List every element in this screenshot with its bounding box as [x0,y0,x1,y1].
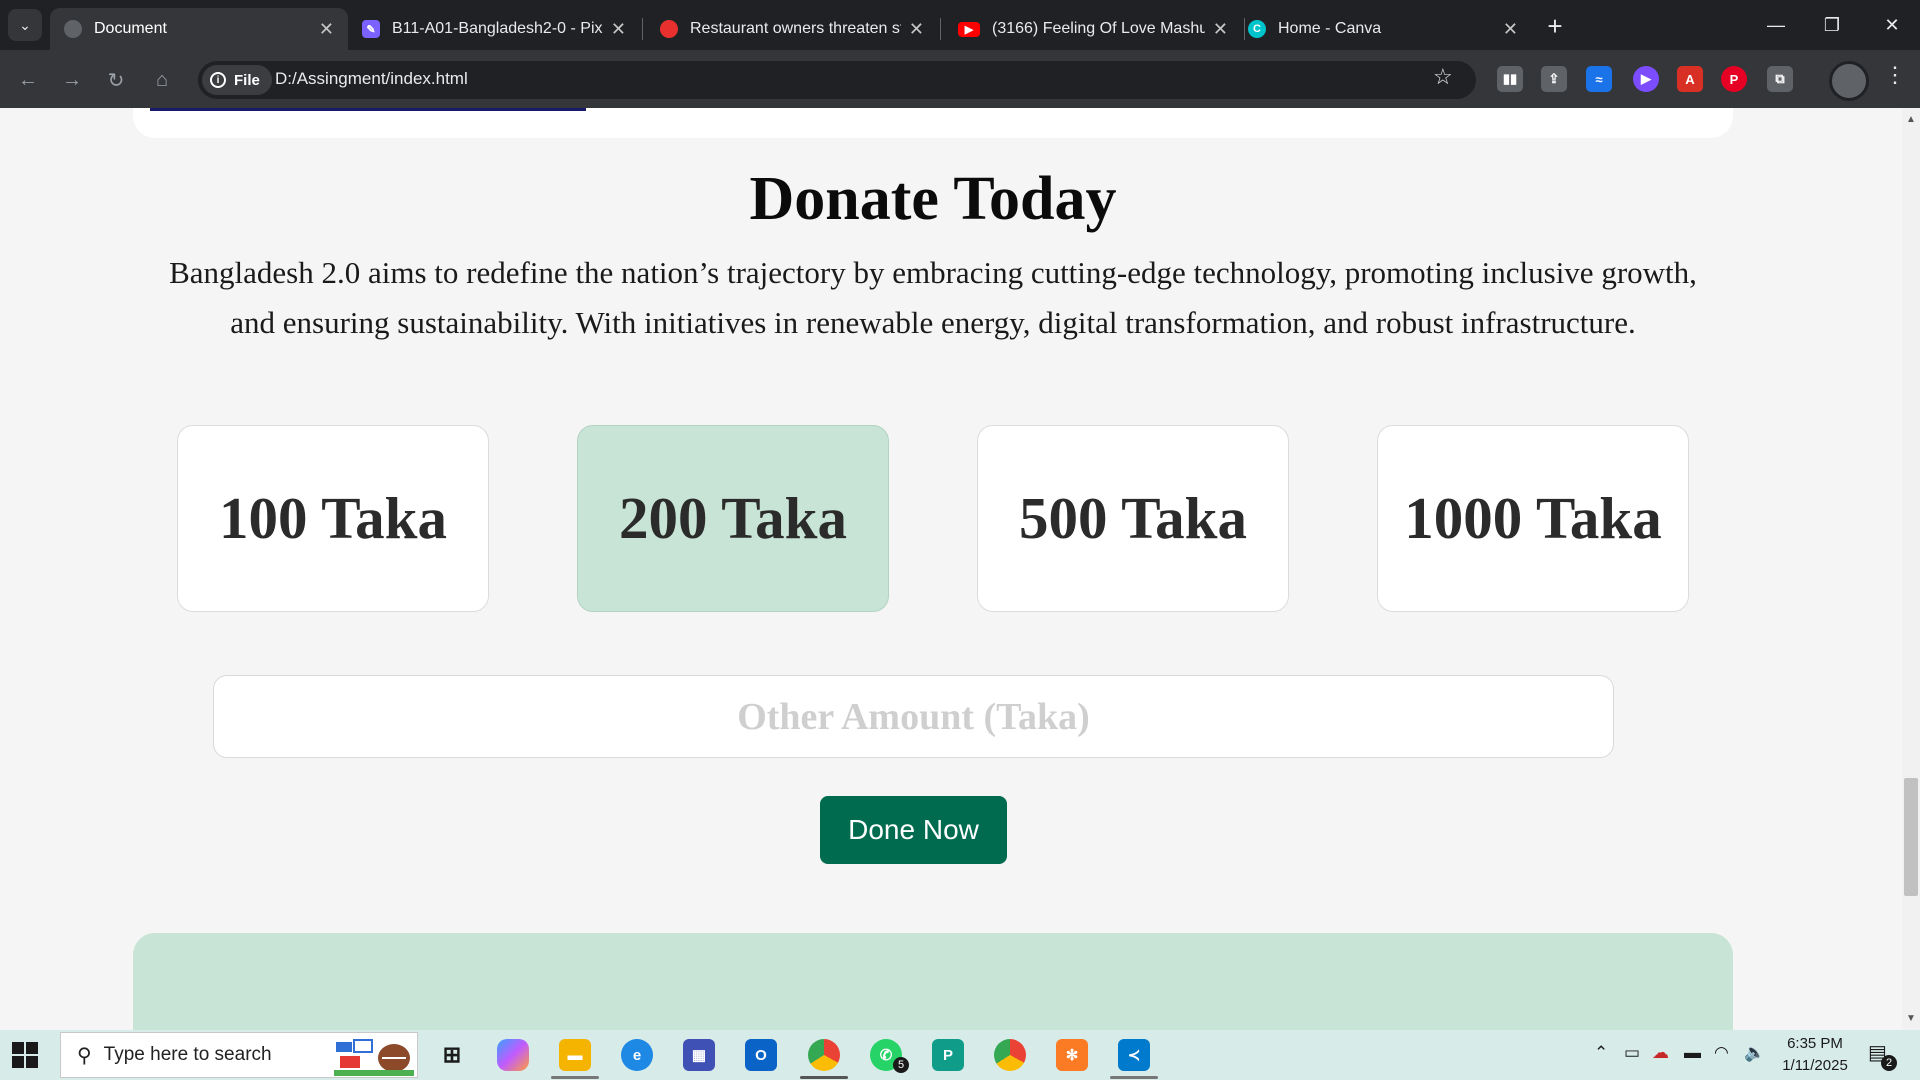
active-app-indicator [800,1076,848,1079]
pixso-icon: ✎ [362,20,380,38]
active-app-indicator [1110,1076,1158,1079]
taskbar-clock[interactable]: 6:35 PM 1/11/2025 [1770,1033,1860,1077]
previous-section-link-underline [150,108,586,111]
url-text[interactable]: D:/Assingment/index.html [275,69,468,89]
close-icon[interactable]: ✕ [611,19,626,40]
amount-card-500[interactable]: 500 Taka [977,425,1289,612]
more-menu-icon[interactable]: ⋮ [1884,62,1906,88]
play-extension-icon[interactable]: ▶ [1633,66,1659,92]
chrome-icon[interactable] [808,1039,840,1071]
tab-pixso[interactable]: ✎ B11-A01-Bangladesh2-0 - Pixso ✕ [348,8,640,50]
scroll-down-arrow-icon[interactable]: ▼ [1906,1013,1916,1024]
vscode-icon[interactable]: ≺ [1118,1039,1150,1071]
file-explorer-icon[interactable]: ▬ [559,1039,591,1071]
done-now-button[interactable]: Done Now [820,796,1007,864]
close-icon[interactable]: ✕ [1503,19,1518,40]
pdf-extension-icon[interactable]: A [1677,66,1703,92]
other-amount-input[interactable] [213,675,1614,758]
microsoft-store-icon[interactable]: ▦ [683,1039,715,1071]
canva-icon: C [1248,20,1266,38]
forward-arrow-icon[interactable]: → [56,64,88,96]
amount-card-200[interactable]: 200 Taka [577,425,889,612]
newsletter-section: Subscribe Newsletter [133,933,1733,1030]
profile-avatar[interactable] [1829,61,1869,101]
pinterest-icon[interactable]: P [1721,66,1747,92]
extension-share-icon[interactable]: ⇪ [1541,66,1567,92]
edge-browser-icon[interactable]: e [621,1039,653,1071]
wifi-icon[interactable]: ◠ [1714,1043,1729,1063]
site-info-chip[interactable]: i File [202,65,272,95]
volume-icon[interactable]: 🔈 [1744,1043,1765,1063]
close-icon[interactable]: ✕ [319,19,334,40]
outlook-icon[interactable]: O [745,1039,777,1071]
page-viewport: Donate Today Bangladesh 2.0 aims to rede… [0,108,1902,1030]
new-tab-button[interactable]: + [1538,10,1572,42]
amount-card-100[interactable]: 100 Taka [177,425,489,612]
meet-now-icon[interactable]: ▭ [1624,1043,1640,1063]
chevron-up-icon[interactable]: ⌃ [1594,1043,1608,1063]
bookmark-star-icon[interactable]: ☆ [1433,64,1453,90]
globe-icon [64,20,82,38]
tab-youtube[interactable]: ▶ (3166) Feeling Of Love Mashup ✕ [944,8,1242,50]
reading-list-icon[interactable]: ▮▮ [1497,66,1523,92]
close-icon[interactable]: ✕ [909,19,924,40]
donate-description: Bangladesh 2.0 aims to redefine the nati… [169,255,1697,340]
puzzle-extensions-icon[interactable]: ⧉ [1767,66,1793,92]
search-highlight-art-icon [334,1039,414,1076]
windows-start-icon[interactable] [12,1042,38,1068]
task-view-icon[interactable]: ⊞ [436,1039,468,1071]
battery-icon[interactable]: ▬ [1684,1043,1701,1063]
tab-document[interactable]: Document ✕ [50,8,348,50]
newsletter-title: Subscribe Newsletter [133,1021,1733,1030]
copilot-icon[interactable] [497,1039,529,1071]
minimize-icon[interactable]: — [1748,0,1804,50]
onedrive-error-icon[interactable]: ☁ [1652,1043,1669,1063]
reload-icon[interactable]: ↻ [100,64,132,96]
info-icon: i [210,72,226,88]
tab-search-button[interactable]: ⌄ [8,9,42,41]
donate-title: Donate Today [749,165,1117,233]
scroll-up-arrow-icon[interactable]: ▲ [1906,114,1916,125]
tab-canva[interactable]: C Home - Canva ✕ [1234,8,1532,50]
active-app-indicator [551,1076,599,1079]
window-close-icon[interactable]: ✕ [1864,0,1920,50]
pycharm-icon[interactable]: P [932,1039,964,1071]
youtube-icon: ▶ [958,21,980,37]
xampp-icon[interactable]: ✻ [1056,1039,1088,1071]
tab-separator [940,18,941,40]
previous-section-card [133,108,1733,138]
chrome-profile-icon[interactable] [994,1039,1026,1071]
close-icon[interactable]: ✕ [1213,19,1228,40]
news-icon [660,20,678,38]
whatsapp-badge: 5 [893,1057,909,1073]
notification-badge: 2 [1881,1055,1897,1071]
search-icon: ⚲ [77,1044,92,1067]
home-icon[interactable]: ⌂ [146,64,178,96]
tab-separator [642,18,643,40]
wave-extension-icon[interactable]: ≈ [1586,66,1612,92]
amount-card-1000[interactable]: 1000 Taka [1377,425,1689,612]
tab-news[interactable]: Restaurant owners threaten stri ✕ [646,8,938,50]
restore-icon[interactable]: ❐ [1804,0,1860,50]
back-arrow-icon[interactable]: ← [12,64,44,96]
scrollbar-thumb[interactable] [1904,778,1918,896]
